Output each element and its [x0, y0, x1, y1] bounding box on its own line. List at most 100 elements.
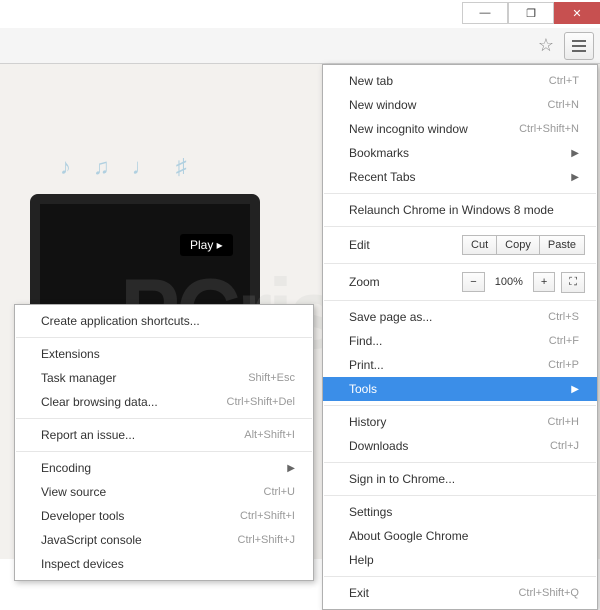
submenu-javascript-console[interactable]: JavaScript console Ctrl+Shift+J [15, 528, 313, 552]
bookmark-star-icon[interactable]: ☆ [532, 32, 560, 60]
menu-label: Inspect devices [41, 557, 124, 571]
menu-label: Clear browsing data... [41, 395, 158, 409]
submenu-developer-tools[interactable]: Developer tools Ctrl+Shift+I [15, 504, 313, 528]
menu-label: Sign in to Chrome... [349, 472, 455, 486]
menu-shortcut: Ctrl+N [548, 99, 579, 111]
menu-separator [16, 418, 312, 419]
menu-edit-row: Edit Cut Copy Paste [323, 231, 597, 259]
menu-help[interactable]: Help [323, 548, 597, 572]
menu-history[interactable]: History Ctrl+H [323, 410, 597, 434]
edit-label: Edit [349, 238, 462, 252]
menu-shortcut: Ctrl+S [548, 311, 579, 323]
menu-relaunch-win8[interactable]: Relaunch Chrome in Windows 8 mode [323, 198, 597, 222]
submenu-clear-browsing-data[interactable]: Clear browsing data... Ctrl+Shift+Del [15, 390, 313, 414]
menu-label: Create application shortcuts... [41, 314, 200, 328]
menu-label: New tab [349, 74, 393, 88]
window-controls: — ❐ ✕ [462, 0, 600, 28]
menu-separator [16, 451, 312, 452]
menu-label: Relaunch Chrome in Windows 8 mode [349, 203, 554, 217]
menu-separator [324, 263, 596, 264]
menu-shortcut: Ctrl+P [548, 359, 579, 371]
menu-separator [324, 300, 596, 301]
fullscreen-button[interactable]: ⛶ [561, 272, 585, 293]
paste-button[interactable]: Paste [540, 235, 585, 255]
menu-shortcut: Ctrl+J [550, 440, 579, 452]
menu-new-window[interactable]: New window Ctrl+N [323, 93, 597, 117]
menu-label: View source [41, 485, 106, 499]
menu-downloads[interactable]: DownloadsCtrl+J [323, 434, 597, 458]
menu-about[interactable]: About Google Chrome [323, 524, 597, 548]
menu-label: New window [349, 98, 416, 112]
menu-shortcut: Ctrl+Shift+Del [227, 396, 295, 408]
music-notes-decor: ♪ ♫ ♩ ♯ [60, 154, 195, 180]
menu-exit[interactable]: Exit Ctrl+Shift+Q [323, 581, 597, 605]
menu-label: Encoding [41, 461, 91, 475]
zoom-label: Zoom [349, 275, 456, 289]
menu-shortcut: Ctrl+H [548, 416, 579, 428]
submenu-create-shortcuts[interactable]: Create application shortcuts... [15, 309, 313, 333]
menu-shortcut: Ctrl+Shift+I [240, 510, 295, 522]
menu-label: Find... [349, 334, 382, 348]
menu-separator [324, 462, 596, 463]
menu-separator [324, 495, 596, 496]
menu-label: Report an issue... [41, 428, 135, 442]
submenu-view-source[interactable]: View source Ctrl+U [15, 480, 313, 504]
menu-label: Save page as... [349, 310, 432, 324]
copy-button[interactable]: Copy [497, 235, 540, 255]
menu-label: Tools [349, 382, 377, 396]
menu-separator [324, 405, 596, 406]
menu-label: New incognito window [349, 122, 468, 136]
submenu-arrow-icon: ▶ [571, 148, 579, 159]
menu-label: Settings [349, 505, 392, 519]
menu-find[interactable]: Find...Ctrl+F [323, 329, 597, 353]
menu-label: Recent Tabs [349, 170, 416, 184]
close-button[interactable]: ✕ [554, 2, 600, 24]
menu-shortcut: Ctrl+U [264, 486, 295, 498]
menu-label: Extensions [41, 347, 100, 361]
minimize-button[interactable]: — [462, 2, 508, 24]
menu-label: Print... [349, 358, 384, 372]
menu-print[interactable]: Print... Ctrl+P [323, 353, 597, 377]
menu-label: History [349, 415, 386, 429]
cut-button[interactable]: Cut [462, 235, 497, 255]
menu-new-incognito[interactable]: New incognito window Ctrl+Shift+N [323, 117, 597, 141]
menu-recent-tabs[interactable]: Recent Tabs ▶ [323, 165, 597, 189]
menu-tools[interactable]: Tools ▶ [323, 377, 597, 401]
menu-label: JavaScript console [41, 533, 142, 547]
submenu-arrow-icon: ▶ [571, 172, 579, 183]
menu-save-page[interactable]: Save page as... Ctrl+S [323, 305, 597, 329]
menu-shortcut: Ctrl+T [549, 75, 579, 87]
menu-separator [16, 337, 312, 338]
submenu-task-manager[interactable]: Task managerShift+Esc [15, 366, 313, 390]
submenu-inspect-devices[interactable]: Inspect devices [15, 552, 313, 576]
zoom-out-button[interactable]: − [462, 272, 484, 292]
menu-settings[interactable]: Settings [323, 500, 597, 524]
tools-submenu: Create application shortcuts... Extensio… [14, 304, 314, 581]
menu-shortcut: Alt+Shift+I [244, 429, 295, 441]
menu-bookmarks[interactable]: Bookmarks ▶ [323, 141, 597, 165]
chrome-main-menu: New tab Ctrl+T New window Ctrl+N New incog… [322, 64, 598, 610]
menu-label: Help [349, 553, 374, 567]
menu-shortcut: Ctrl+Shift+Q [518, 587, 579, 599]
menu-hamburger-icon[interactable] [564, 32, 594, 60]
maximize-button[interactable]: ❐ [508, 2, 554, 24]
submenu-arrow-icon: ▶ [287, 463, 295, 474]
menu-label: Bookmarks [349, 146, 409, 160]
zoom-percent: 100% [491, 276, 527, 288]
submenu-extensions[interactable]: Extensions [15, 342, 313, 366]
menu-label: Exit [349, 586, 369, 600]
menu-signin[interactable]: Sign in to Chrome... [323, 467, 597, 491]
submenu-arrow-icon: ▶ [571, 384, 579, 395]
submenu-report-issue[interactable]: Report an issue... Alt+Shift+I [15, 423, 313, 447]
menu-shortcut: Ctrl+Shift+N [519, 123, 579, 135]
menu-shortcut: Ctrl+Shift+J [238, 534, 295, 546]
play-badge: Play ▸ [180, 234, 233, 256]
submenu-encoding[interactable]: Encoding ▶ [15, 456, 313, 480]
edit-button-group: Cut Copy Paste [462, 235, 585, 255]
menu-label: Task manager [41, 371, 116, 385]
menu-zoom-row: Zoom − 100% + ⛶ [323, 268, 597, 296]
menu-label: Developer tools [41, 509, 124, 523]
zoom-in-button[interactable]: + [533, 272, 555, 292]
menu-separator [324, 226, 596, 227]
menu-new-tab[interactable]: New tab Ctrl+T [323, 69, 597, 93]
